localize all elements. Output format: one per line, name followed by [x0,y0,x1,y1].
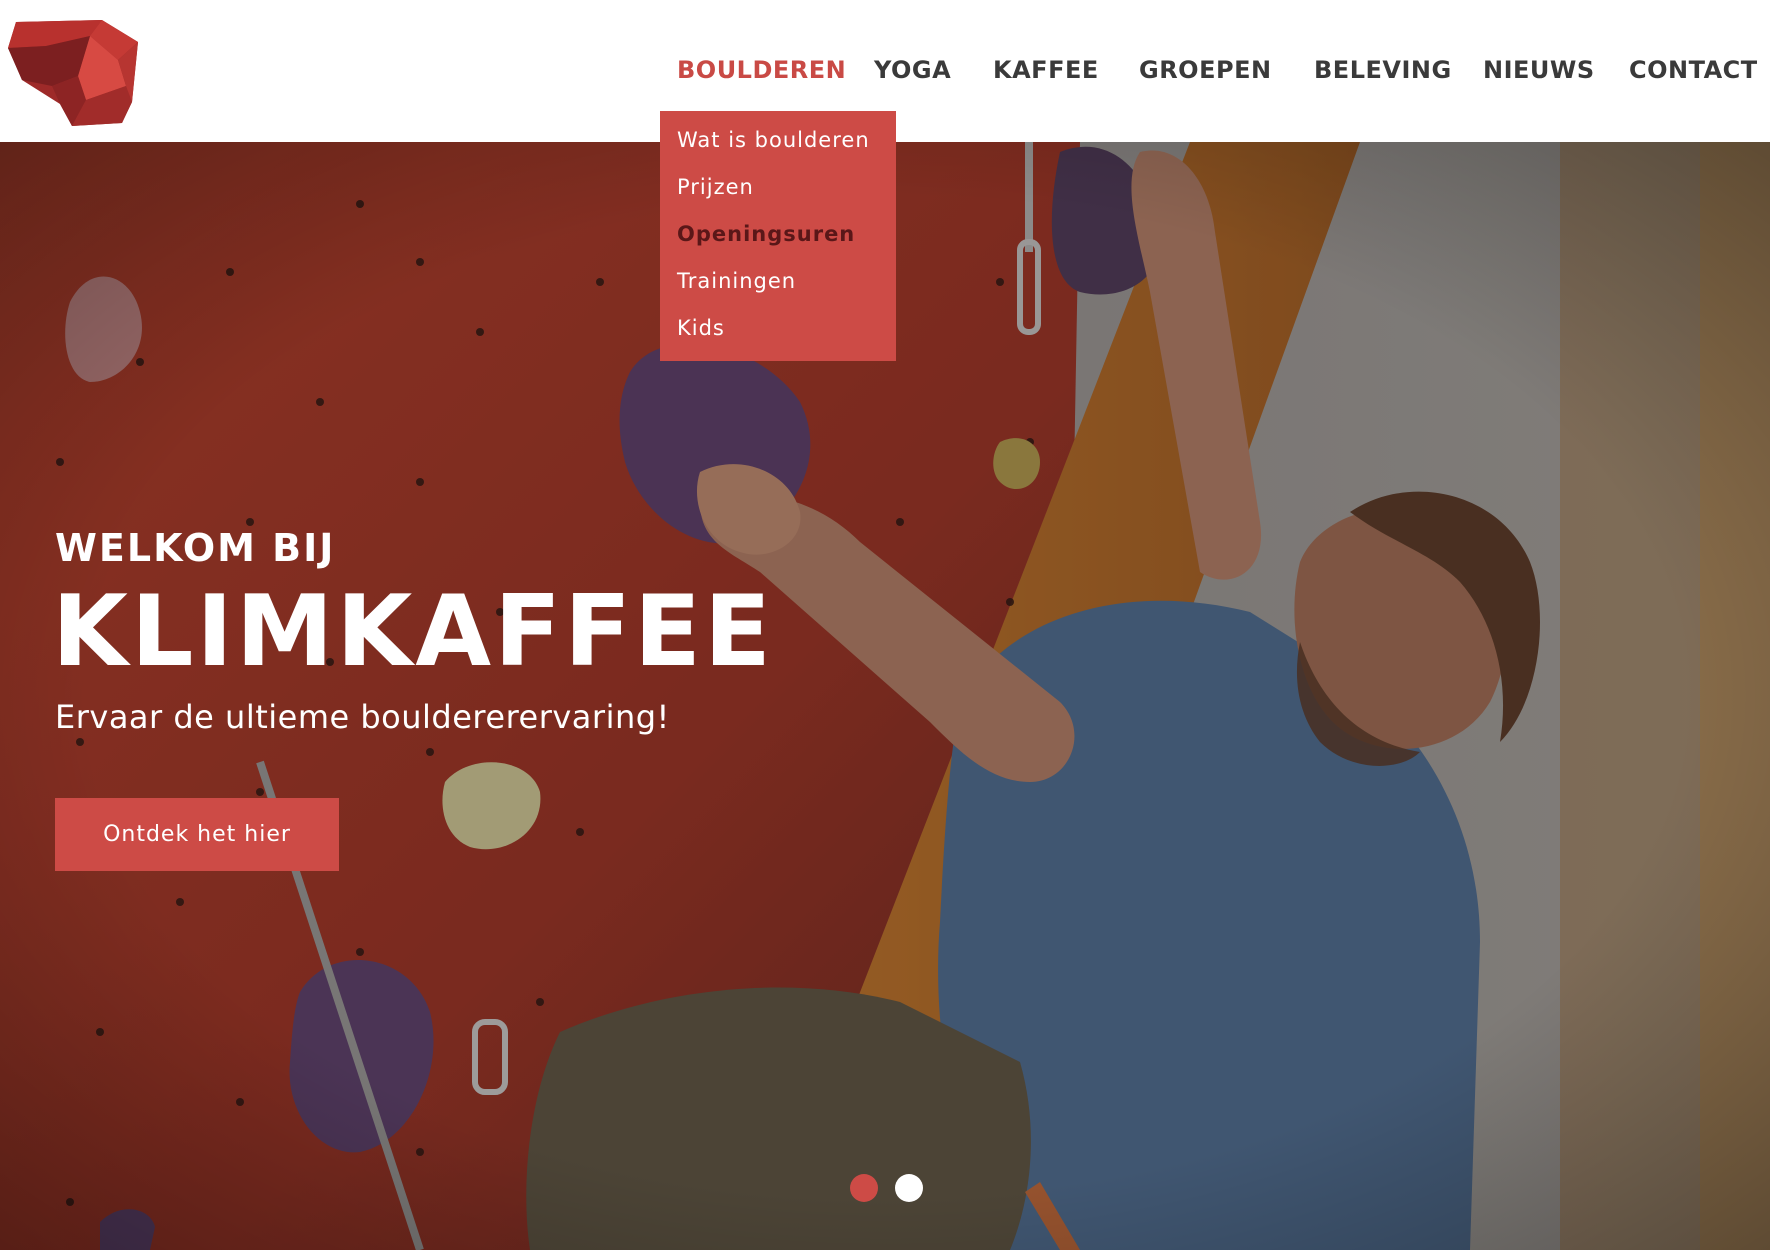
hero-subtitle: WELKOM BIJ [55,526,336,570]
dropdown-item-trainingen[interactable]: Trainingen [660,262,896,309]
nav-item-contact[interactable]: CONTACT [1629,52,1758,88]
dropdown-item-openingsuren[interactable]: Openingsuren [660,215,896,262]
hero-tagline: Ervaar de ultieme bouldererervaring! [55,698,670,736]
nav-item-boulderen[interactable]: BOULDEREN [677,52,846,88]
main-nav: BOULDEREN YOGA KAFFEE GROEPEN BELEVING N… [0,52,1770,92]
carousel-dot-1[interactable] [850,1174,878,1202]
discover-button[interactable]: Ontdek het hier [55,798,339,871]
boulderen-dropdown-menu: Wat is boulderen Prijzen Openingsuren Tr… [660,111,896,361]
nav-item-groepen[interactable]: GROEPEN [1139,52,1272,88]
dropdown-item-kids[interactable]: Kids [660,309,896,356]
dropdown-item-wat-is-boulderen[interactable]: Wat is boulderen [660,121,896,168]
nav-item-kaffee[interactable]: KAFFEE [993,52,1099,88]
nav-item-nieuws[interactable]: NIEUWS [1483,52,1595,88]
hero-title: KLIMKAFFEE [52,575,774,689]
nav-item-beleving[interactable]: BELEVING [1314,52,1452,88]
nav-item-yoga[interactable]: YOGA [874,52,951,88]
carousel-dot-2[interactable] [895,1174,923,1202]
dropdown-item-prijzen[interactable]: Prijzen [660,168,896,215]
